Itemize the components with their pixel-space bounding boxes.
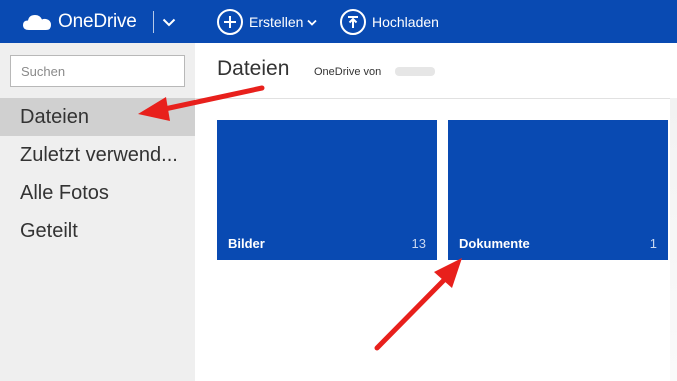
upload-circle-icon [340,9,366,35]
folder-tile-pictures[interactable]: Bilder 13 [217,120,437,260]
sidebar-item-recent[interactable]: Zuletzt verwend... [0,136,195,174]
sidebar-item-photos[interactable]: Alle Fotos [0,174,195,212]
chevron-down-icon [307,19,318,26]
sidebar-item-shared[interactable]: Geteilt [0,212,195,250]
folder-item-count: 1 [649,236,657,251]
search-input[interactable] [10,55,185,87]
sidebar-nav: Dateien Zuletzt verwend... Alle Fotos Ge… [0,98,195,250]
next-tile-edge [670,98,677,381]
sidebar-item-files[interactable]: Dateien [0,98,195,136]
onedrive-logo[interactable]: OneDrive [22,9,137,35]
folder-name: Dokumente [459,236,530,251]
page-title: Dateien [217,57,290,80]
app-switcher-button[interactable] [160,11,178,33]
folder-tile-documents[interactable]: Dokumente 1 [448,120,668,260]
chevron-down-icon [162,18,176,26]
red-arrow-to-dokumente [374,258,462,351]
onedrive-cloud-icon [23,15,51,30]
upload-label: Hochladen [372,14,439,30]
top-bar: OneDrive Erstellen Hochladen [0,0,677,43]
app-name: OneDrive [58,11,137,32]
owner-breadcrumb: OneDrive von [314,66,382,78]
plus-circle-icon [217,9,243,35]
owner-name-redacted [395,67,435,76]
create-button[interactable]: Erstellen [217,8,318,36]
folder-name: Bilder [228,236,265,251]
upload-button[interactable]: Hochladen [340,8,439,36]
create-label: Erstellen [249,14,304,30]
sidebar: Dateien Zuletzt verwend... Alle Fotos Ge… [0,43,195,381]
folder-item-count: 13 [411,236,426,251]
brand-divider [153,11,154,33]
header-divider [195,98,677,99]
